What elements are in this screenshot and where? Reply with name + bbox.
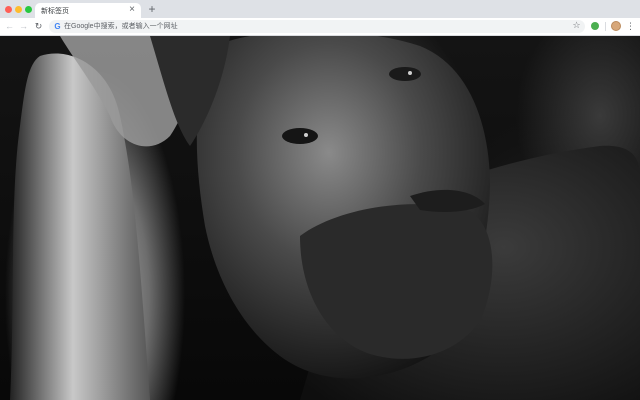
address-bar-placeholder[interactable]: 在Google中搜索，或者输入一个网址 xyxy=(64,22,178,31)
address-bar[interactable]: G 在Google中搜索，或者输入一个网址 xyxy=(49,20,585,33)
window-maximize-icon[interactable] xyxy=(25,6,32,13)
extension-icon[interactable] xyxy=(591,22,599,30)
back-arrow-icon[interactable]: ← xyxy=(4,21,15,32)
tab-title: 新标签页 xyxy=(41,8,69,15)
portrait-photo xyxy=(10,36,640,400)
profile-avatar-icon[interactable] xyxy=(611,21,621,31)
tab-close-icon[interactable]: × xyxy=(127,4,137,16)
toolbar-divider xyxy=(605,22,606,31)
window-minimize-icon[interactable] xyxy=(15,6,22,13)
eye-right-highlight xyxy=(408,71,412,75)
new-tab-page-background xyxy=(0,36,640,400)
eye-right-shape xyxy=(389,67,421,81)
browser-toolbar: ← → ↻ G 在Google中搜索，或者输入一个网址 ☆ ⋮ xyxy=(0,18,640,36)
menu-more-icon[interactable]: ⋮ xyxy=(626,21,635,32)
eye-left-highlight xyxy=(304,133,308,137)
google-icon: G xyxy=(54,22,61,31)
new-tab-button[interactable]: + xyxy=(146,3,158,15)
reload-icon[interactable]: ↻ xyxy=(33,21,44,32)
window-close-icon[interactable] xyxy=(5,6,12,13)
forward-arrow-icon[interactable]: → xyxy=(18,21,29,32)
bookmark-star-icon[interactable]: ☆ xyxy=(571,20,582,31)
eye-left-shape xyxy=(282,128,318,144)
browser-titlebar: 新标签页 × + xyxy=(0,0,640,18)
browser-tab-new-tab[interactable]: 新标签页 × xyxy=(35,3,141,18)
